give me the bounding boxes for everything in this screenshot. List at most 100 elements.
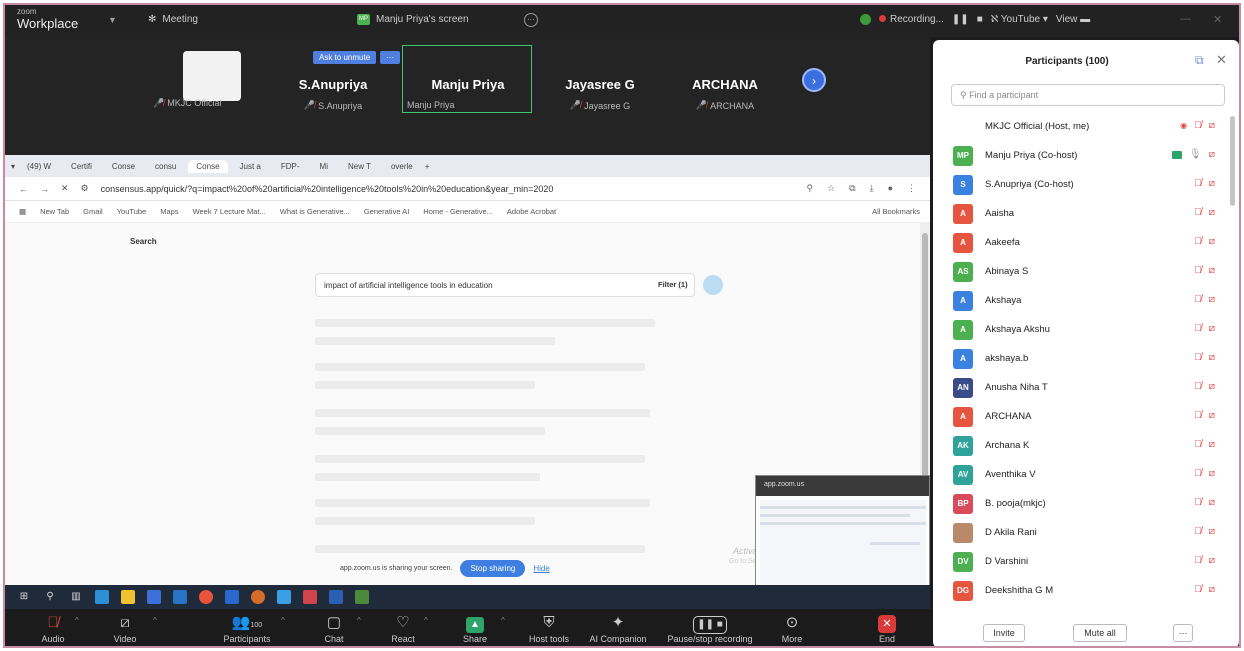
participant-row[interactable]: S S.Anupriya (Co-host) 🎙̸ ⧄ [933,170,1229,199]
audio-button[interactable]: 🎙̸ Audio ^ [35,612,78,644]
participants-button[interactable]: 👥100 Participants ^ [217,612,284,644]
task-view-icon[interactable]: ▥ [69,590,83,604]
livestream-youtube[interactable]: ℵ YouTube ▾ [991,14,1048,25]
panel-more-button[interactable]: ··· [1173,624,1193,642]
browser-tab[interactable]: Conse [104,160,143,173]
participant-row[interactable]: D Akila Rani 🎙̸ ⧄ [933,518,1229,547]
bookmark[interactable]: YouTube [117,207,146,216]
mail-icon[interactable] [173,590,187,604]
video-tile-s-anupriya[interactable]: S.Anupriya 🎤̸ S.Anupriya [273,77,393,111]
edge-icon[interactable] [95,590,109,604]
browser-tab[interactable]: Certifi [63,160,100,173]
next-page-arrow-icon[interactable]: › [802,68,826,92]
all-bookmarks[interactable]: All Bookmarks [872,207,920,216]
bookmark[interactable]: Generative AI [364,207,409,216]
word-icon[interactable] [329,590,343,604]
photos-icon[interactable] [355,590,369,604]
chevron-up-icon[interactable]: ^ [501,616,505,625]
self-video-tile[interactable] [183,51,241,101]
participant-row[interactable]: AV Aventhika V 🎙̸ ⧄ [933,460,1229,489]
close-window-icon[interactable]: ✕ [1213,13,1222,26]
download-icon[interactable]: ⤓ [870,183,874,194]
bookmark[interactable]: New Tab [40,207,69,216]
search-query-input[interactable]: impact of artificial intelligence tools … [315,273,695,297]
zoom-lens-icon[interactable]: ⚲ [806,183,813,194]
recording-indicator[interactable]: Recording... [879,14,944,25]
store-icon[interactable] [147,590,161,604]
browser-tab[interactable]: overle [383,160,421,173]
chevron-down-icon[interactable]: ▼ [108,15,117,25]
video-button[interactable]: ⧄ Video ^ [105,612,157,644]
chevron-up-icon[interactable]: ^ [357,616,361,625]
end-button[interactable]: ✕ End [873,612,901,644]
view-menu[interactable]: View ▬ [1056,14,1090,25]
participant-row[interactable]: MP Manju Priya (Co-host) 🎙 ⧄ [933,141,1229,170]
meeting-menu[interactable]: ✻ Meeting [148,14,198,25]
zoom-app-icon[interactable] [225,590,239,604]
chat-button[interactable]: ▢ Chat ^ [319,612,360,644]
find-participant-input[interactable]: ⚲ Find a participant [951,84,1225,106]
forward-arrow-icon[interactable]: → [40,184,49,194]
extensions-icon[interactable]: ⧉ [849,183,855,194]
participant-row[interactable]: A ARCHANA 🎙̸ ⧄ [933,402,1229,431]
new-tab-plus-icon[interactable]: + [425,162,430,171]
scroll-thumb[interactable] [922,233,928,483]
react-button[interactable]: ♡ React ^ [388,612,428,644]
bookmark[interactable]: What is Generative... [280,207,350,216]
pop-out-icon[interactable]: ⧉ [1195,53,1204,68]
bookmark[interactable]: Home - Generative... [423,207,493,216]
app-icon[interactable] [277,590,291,604]
filter-button[interactable]: Filter (1) [658,280,688,289]
browser-menu-icon[interactable]: ⋮ [907,183,916,194]
share-button[interactable]: ▲ Share ^ [459,612,505,644]
browser-tab[interactable]: Mi [312,160,336,173]
bookmark[interactable]: Gmail [83,207,103,216]
search-submit-button[interactable] [703,275,723,295]
profile-icon[interactable]: ● [888,183,893,194]
panel-scrollbar[interactable] [1230,116,1235,206]
powerpoint-icon[interactable] [303,590,317,604]
bookmark[interactable]: Adobe Acrobat [507,207,556,216]
participant-row[interactable]: DV D Varshini 🎙̸ ⧄ [933,547,1229,576]
participant-row[interactable]: A Akshaya Akshu 🎙̸ ⧄ [933,315,1229,344]
video-tile-jayasree-g[interactable]: Jayasree G 🎤̸ Jayasree G [540,77,660,111]
stop-icon[interactable]: ■ [977,14,983,25]
pause-icon[interactable]: ❚❚ [952,14,969,25]
browser-tab[interactable]: Just a [232,160,269,173]
address-bar[interactable]: consensus.app/quick/?q=impact%20of%20art… [101,184,554,194]
chevron-up-icon[interactable]: ^ [281,616,285,625]
more-options-icon[interactable]: ··· [524,13,538,27]
ai-companion-button[interactable]: ✦ AI Companion [585,612,651,644]
participant-row[interactable]: A Akshaya 🎙̸ ⧄ [933,286,1229,315]
hide-sharing-bar-link[interactable]: Hide [533,564,549,573]
browser-tab-active[interactable]: Conse [188,159,228,173]
participant-row[interactable]: A Aakeefa 🎙̸ ⧄ [933,228,1229,257]
browser-tab[interactable]: consu [147,160,184,173]
video-tile-manju-priya[interactable]: Manju Priya Manju Priya [405,77,531,110]
participant-row[interactable]: AK Archana K 🎙̸ ⧄ [933,431,1229,460]
browser-tab[interactable]: FDP- [273,160,308,173]
bookmark-star-icon[interactable]: ☆ [827,183,835,194]
apps-grid-icon[interactable]: ▦ [19,207,26,216]
chevron-up-icon[interactable]: ^ [153,616,157,625]
close-icon[interactable]: ✕ [1216,52,1227,68]
file-explorer-icon[interactable] [121,590,135,604]
invite-button[interactable]: Invite [983,624,1025,642]
site-info-icon[interactable]: ⚙ [81,183,89,194]
bookmark[interactable]: Maps [160,207,178,216]
participant-row[interactable]: AN Anusha Niha T 🎙̸ ⧄ [933,373,1229,402]
pause-stop-recording-button[interactable]: ❚❚ ■ Pause/stop recording [661,612,759,644]
mute-all-button[interactable]: Mute all [1073,624,1127,642]
tab-search-icon[interactable]: ▾ [11,162,15,171]
minimize-icon[interactable]: — [1180,13,1191,26]
tile-more-button[interactable]: ··· [380,51,401,64]
host-tools-button[interactable]: ⛨ Host tools [523,612,575,644]
browser-tab[interactable]: (49) W [19,160,59,173]
more-button[interactable]: ⊙ More [777,612,807,644]
chevron-up-icon[interactable]: ^ [75,616,79,625]
stop-sharing-button[interactable]: Stop sharing [460,560,526,577]
ask-to-unmute-button[interactable]: Ask to unmute [313,51,377,64]
participant-row[interactable]: BP B. pooja(mkjc) 🎙̸ ⧄ [933,489,1229,518]
participant-row[interactable]: AS Abinaya S 🎙̸ ⧄ [933,257,1229,286]
chrome-profile-icon[interactable] [251,590,265,604]
